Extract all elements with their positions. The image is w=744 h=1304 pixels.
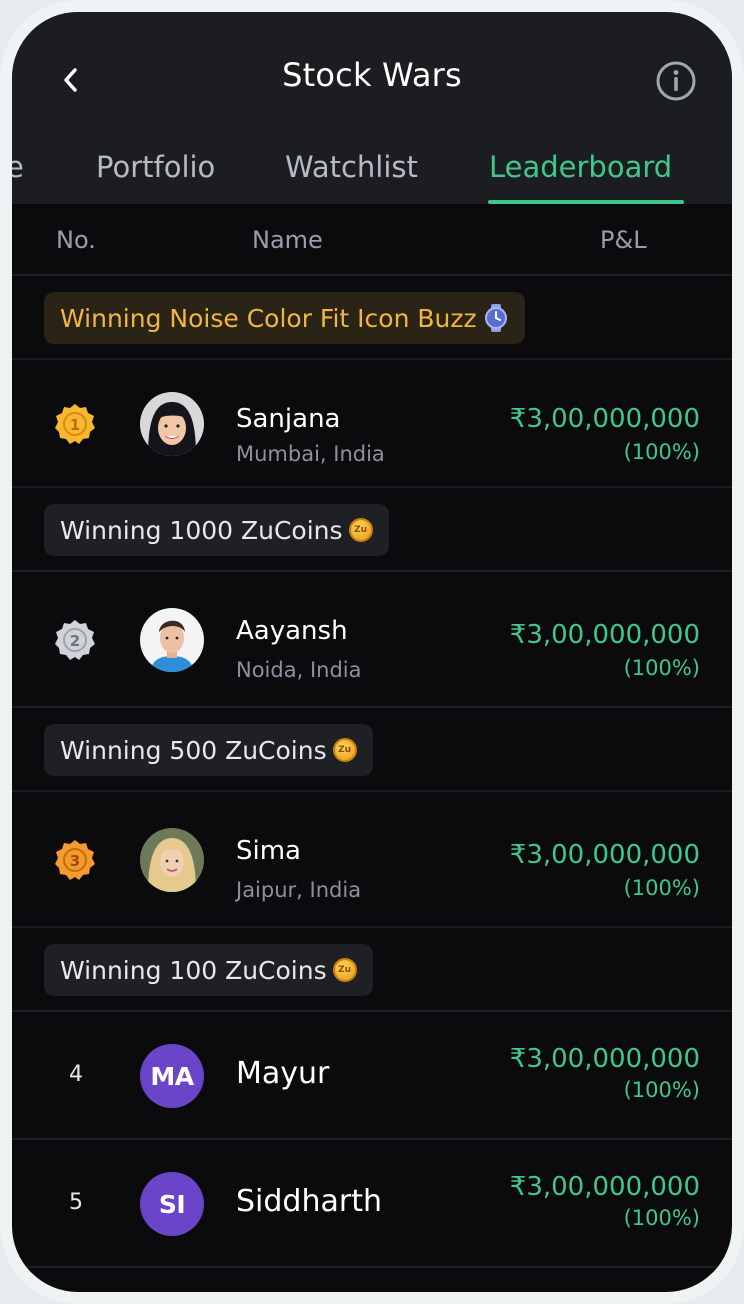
column-no: No. xyxy=(56,226,96,254)
zucoin-icon: Zu xyxy=(332,958,357,982)
rank-number: 3 xyxy=(70,852,80,870)
avatar xyxy=(140,828,204,892)
tab-bar: e Portfolio Watchlist Leaderboard xyxy=(12,144,732,204)
pl-percentage: (100%) xyxy=(623,1206,700,1230)
prize-pill: Winning 100 ZuCoins Zu xyxy=(44,944,373,996)
leader-name: Siddharth xyxy=(236,1184,382,1219)
leader-name: Aayansh xyxy=(236,616,348,646)
pl-amount: ₹3,00,000,000 xyxy=(509,840,700,870)
pl-amount: ₹3,00,000,000 xyxy=(509,404,700,434)
watch-icon xyxy=(483,303,509,333)
prize-label: Winning 1000 ZuCoins xyxy=(60,515,343,545)
avatar xyxy=(140,608,204,672)
prize-banner-row: Winning Noise Color Fit Icon Buzz xyxy=(12,276,732,360)
pl-amount: ₹3,00,000,000 xyxy=(509,620,700,650)
rank-number: 1 xyxy=(70,416,80,434)
initials-avatar: MA xyxy=(140,1044,204,1108)
app-header: Stock Wars e Portfolio Watchlist Leaderb… xyxy=(12,12,732,204)
tab-previous[interactable]: e xyxy=(12,150,24,184)
page-title: Stock Wars xyxy=(282,56,462,94)
pl-percentage: (100%) xyxy=(623,440,700,464)
leader-name: Sanjana xyxy=(236,404,341,434)
prize-banner-row: Winning 1000 ZuCoins Zu xyxy=(12,488,732,572)
pl-amount: ₹3,00,000,000 xyxy=(509,1172,700,1202)
column-pl: P&L xyxy=(600,226,647,254)
pl-amount: ₹3,00,000,000 xyxy=(509,1044,700,1074)
avatar xyxy=(140,392,204,456)
rank-number: 2 xyxy=(70,632,80,650)
leader-name: Mayur xyxy=(236,1056,330,1091)
leader-location: Jaipur, India xyxy=(236,878,362,902)
phone-frame: Stock Wars e Portfolio Watchlist Leaderb… xyxy=(0,0,744,1304)
prize-pill: Winning Noise Color Fit Icon Buzz xyxy=(44,292,525,344)
screen: Stock Wars e Portfolio Watchlist Leaderb… xyxy=(12,12,732,1292)
leader-location: Mumbai, India xyxy=(236,442,385,466)
tab-leaderboard[interactable]: Leaderboard xyxy=(489,150,672,184)
zucoin-icon: Zu xyxy=(348,518,373,542)
pl-percentage: (100%) xyxy=(623,876,700,900)
pl-percentage: (100%) xyxy=(623,1078,700,1102)
rank-number: 4 xyxy=(69,1062,83,1087)
initials-avatar: SI xyxy=(140,1172,204,1236)
silver-medal-icon: 2 xyxy=(55,620,95,660)
column-name: Name xyxy=(252,226,323,254)
leaderboard-row[interactable]: 3 Sima Jaipur, India ₹3,00,000,000 (100%… xyxy=(12,792,732,928)
zucoin-icon: Zu xyxy=(332,738,357,762)
prize-banner-row: Winning 500 ZuCoins Zu xyxy=(12,708,732,792)
info-circle-icon xyxy=(656,61,696,101)
tab-watchlist[interactable]: Watchlist xyxy=(285,150,418,184)
prize-banner-row: Winning 100 ZuCoins Zu xyxy=(12,928,732,1012)
prize-label: Winning 100 ZuCoins xyxy=(60,955,327,985)
leaderboard-row[interactable]: 5 SI Siddharth ₹3,00,000,000 (100%) xyxy=(12,1140,732,1268)
leaderboard-row[interactable]: 2 Aayansh Noida, India ₹3,00,000,000 (10… xyxy=(12,572,732,708)
pl-percentage: (100%) xyxy=(623,656,700,680)
leader-location: Noida, India xyxy=(236,658,362,682)
prize-label: Winning 500 ZuCoins xyxy=(60,735,327,765)
prize-pill: Winning 1000 ZuCoins Zu xyxy=(44,504,389,556)
info-button[interactable] xyxy=(655,60,697,102)
column-header-row: No. Name P&L xyxy=(12,204,732,276)
prize-pill: Winning 500 ZuCoins Zu xyxy=(44,724,373,776)
gold-medal-icon: 1 xyxy=(55,404,95,444)
rank-number: 5 xyxy=(69,1190,83,1215)
tab-portfolio[interactable]: Portfolio xyxy=(96,150,215,184)
leader-name: Sima xyxy=(236,836,301,866)
leaderboard-row[interactable]: 1 Sanjana Mumbai, India ₹3,00,000,000 (1… xyxy=(12,360,732,488)
prize-label: Winning Noise Color Fit Icon Buzz xyxy=(60,303,477,333)
bronze-medal-icon: 3 xyxy=(55,840,95,880)
leaderboard-row[interactable]: 4 MA Mayur ₹3,00,000,000 (100%) xyxy=(12,1012,732,1140)
